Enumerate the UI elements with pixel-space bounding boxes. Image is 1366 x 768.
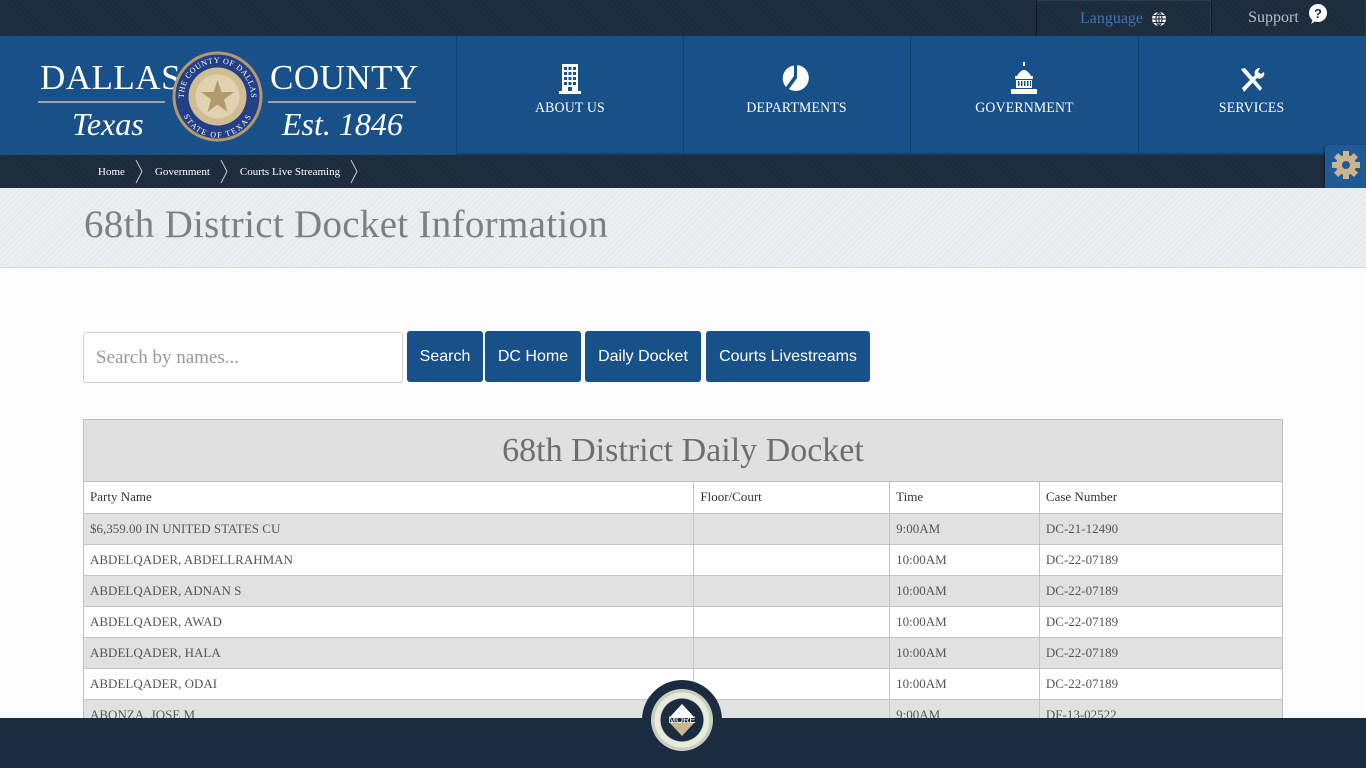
table-row: ABDELQADER, ABDELLRAHMAN 10:00AM DC-22-071… — [84, 544, 1282, 576]
cell-party-name: ABDELQADER, HALA — [84, 637, 695, 669]
cell-time: 10:00AM — [889, 544, 1040, 576]
utility-bar: Language Support ? — [0, 0, 1366, 36]
cell-floor-court — [693, 637, 891, 669]
nav-label: SERVICES — [1219, 100, 1285, 116]
table-row: $6,359.00 IN UNITED STATES CU 9:00AM DC-21… — [84, 513, 1282, 545]
cell-party-name: ABDELQADER, ADNAN S — [84, 575, 695, 607]
cell-case-number: DC-21-12490 — [1039, 513, 1282, 545]
cell-time: 10:00AM — [889, 606, 1040, 638]
page-title-band: 68th District Docket Information — [0, 188, 1366, 268]
cell-floor-court — [693, 544, 891, 576]
cell-time: 9:00AM — [889, 513, 1040, 545]
site-header: DALLAS COUNTY Texas Est. 1846 THE COUNTY… — [0, 36, 1366, 155]
county-seal-icon: THE COUNTY OF DALLAS STATE OF TEXAS — [172, 50, 263, 143]
cell-party-name: ABDELQADER, ABDELLRAHMAN — [84, 544, 695, 576]
question-bubble-icon: ? — [1307, 3, 1329, 25]
cell-time: 10:00AM — [889, 575, 1040, 607]
nav-government[interactable]: GOVERNMENT — [910, 36, 1137, 153]
chevron-right-icon — [350, 155, 360, 188]
capitol-icon — [1008, 60, 1040, 94]
support-label: Support — [1248, 9, 1299, 26]
cell-floor-court — [693, 575, 891, 607]
column-header-case-number: Case Number — [1039, 482, 1282, 514]
dallas-county-logo[interactable]: DALLAS COUNTY Texas Est. 1846 THE COUNTY… — [0, 36, 456, 155]
logo-sub-established: Est. 1846 — [282, 106, 403, 142]
breadcrumb: Home Government Courts Live Streaming — [88, 155, 360, 188]
cell-case-number: DC-22-07189 — [1039, 575, 1282, 607]
search-button[interactable]: Search — [407, 331, 483, 382]
language-selector[interactable]: Language — [1036, 0, 1211, 36]
column-header-floor-court: Floor/Court — [693, 482, 891, 514]
language-label: Language — [1079, 9, 1144, 27]
pie-chart-icon — [782, 60, 812, 94]
page-title: 68th District Docket Information — [84, 203, 609, 246]
column-header-time: Time — [889, 482, 1040, 514]
nav-label: ABOUT US — [535, 100, 605, 116]
svg-text:?: ? — [1314, 6, 1322, 21]
cell-party-name: ABDELQADER, AWAD — [84, 606, 695, 638]
gear-icon — [1331, 150, 1361, 185]
logo-word-dallas: DALLAS — [40, 58, 182, 97]
nav-about-us[interactable]: ABOUT US — [456, 36, 683, 153]
logo-rule-left — [38, 101, 165, 103]
cell-floor-court — [693, 606, 891, 638]
daily-docket-button[interactable]: Daily Docket — [585, 331, 701, 382]
tools-icon — [1238, 60, 1266, 94]
docket-caption: 68th District Daily Docket — [84, 420, 1282, 482]
support-link[interactable]: Support ? — [1211, 0, 1366, 36]
chevron-right-icon — [220, 155, 230, 188]
chevron-right-icon — [135, 155, 145, 188]
breadcrumb-home[interactable]: Home — [88, 155, 135, 188]
globe-icon — [1151, 11, 1167, 27]
cell-time: 10:00AM — [889, 668, 1040, 700]
cell-party-name: ABDELQADER, ODAI — [84, 668, 695, 700]
nav-label: DEPARTMENTS — [746, 100, 848, 116]
breadcrumb-government[interactable]: Government — [145, 155, 220, 188]
cell-case-number: DC-22-07189 — [1039, 637, 1282, 669]
logo-sub-texas: Texas — [72, 106, 144, 142]
cell-floor-court — [693, 668, 891, 700]
column-header-party-name: Party Name — [84, 482, 695, 514]
cell-case-number: DC-22-07189 — [1039, 668, 1282, 700]
settings-button[interactable] — [1325, 145, 1366, 190]
more-button[interactable]: MORE — [642, 680, 722, 760]
cell-time: 10:00AM — [889, 637, 1040, 669]
search-input[interactable] — [83, 332, 403, 383]
table-row: ABDELQADER, AWAD 10:00AM DC-22-07189 — [84, 606, 1282, 638]
cell-party-name: $6,359.00 IN UNITED STATES CU — [84, 513, 695, 545]
nav-departments[interactable]: DEPARTMENTS — [683, 36, 910, 153]
building-icon — [559, 60, 581, 94]
breadcrumb-courts-live-streaming[interactable]: Courts Live Streaming — [230, 155, 350, 188]
more-ring: MORE — [651, 689, 713, 751]
table-row: ABDELQADER, HALA 10:00AM DC-22-07189 — [84, 637, 1282, 669]
courts-livestreams-button[interactable]: Courts Livestreams — [706, 331, 870, 382]
more-label: MORE — [668, 715, 696, 725]
nav-label: GOVERNMENT — [974, 100, 1074, 116]
table-row: ABDELQADER, ADNAN S 10:00AM DC-22-07189 — [84, 575, 1282, 607]
dc-home-button[interactable]: DC Home — [485, 331, 581, 382]
cell-case-number: DC-22-07189 — [1039, 606, 1282, 638]
cell-case-number: DC-22-07189 — [1039, 544, 1282, 576]
table-header-row: Party Name Floor/Court Time Case Number — [84, 482, 1282, 514]
logo-word-county: COUNTY — [270, 58, 419, 97]
cell-floor-court — [693, 513, 891, 545]
nav-services[interactable]: SERVICES — [1138, 36, 1365, 153]
breadcrumb-bar: Home Government Courts Live Streaming — [0, 155, 1366, 188]
logo-rule-right — [268, 101, 416, 103]
